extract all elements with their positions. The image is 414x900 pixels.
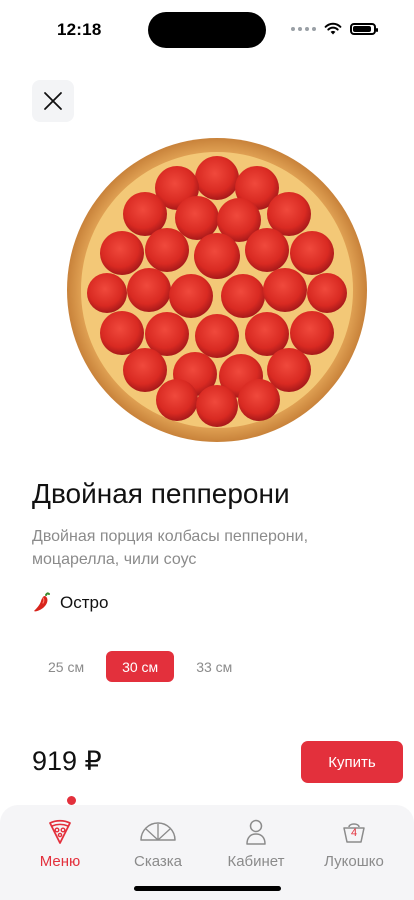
close-icon [44,92,62,110]
tab-label: Меню [39,853,81,870]
size-selector: 25 см 30 см 33 см [34,651,246,682]
spicy-tag: Остро [32,592,108,614]
dynamic-island [148,12,266,48]
tab-cabinet[interactable]: Кабинет [206,819,306,870]
battery-icon [350,22,378,35]
status-indicators [291,22,378,35]
signal-dots-icon [291,26,316,31]
size-option-25[interactable]: 25 см [34,651,98,682]
basket-count-badge: 4 [350,827,358,839]
tab-label: Сказка [133,853,182,870]
price: 919 ₽ [32,746,102,776]
tab-basket[interactable]: 4 Лукошко [304,819,404,870]
tab-bar: Меню Сказка Кабинет 4 Лукошко [0,796,414,900]
pizza-slice-icon [49,819,71,844]
fan-icon [140,822,176,841]
home-indicator [134,886,281,891]
size-option-30[interactable]: 30 см [106,651,175,682]
spicy-label: Остро [60,593,109,612]
size-option-33[interactable]: 33 см [182,651,246,682]
pizza-image [67,138,367,442]
wifi-icon [324,22,342,35]
buy-button[interactable]: Купить [301,741,403,783]
close-button[interactable] [32,80,74,122]
product-title: Двойная пепперони [32,478,290,509]
tab-fairytale[interactable]: Сказка [108,819,208,870]
tab-menu[interactable]: Меню [10,819,110,870]
status-bar: 12:18 [0,0,414,60]
active-tab-indicator [67,796,76,805]
person-icon [246,819,266,845]
tab-label: Лукошко [324,853,384,870]
chili-pepper-icon [34,592,50,612]
tab-label: Кабинет [227,853,285,870]
status-time: 12:18 [57,20,102,39]
product-description: Двойная порция колбасы пепперони, моцаре… [32,528,309,568]
